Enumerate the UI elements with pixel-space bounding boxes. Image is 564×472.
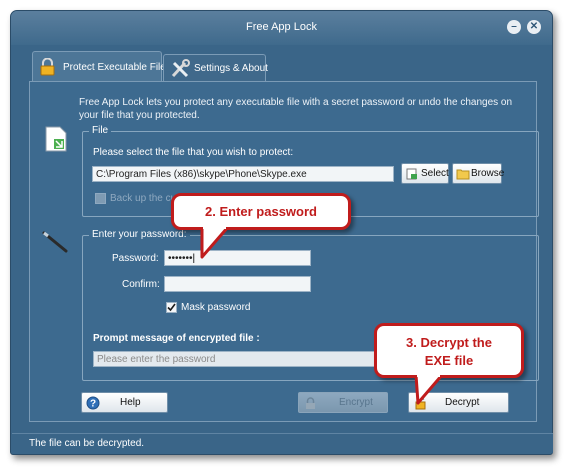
password-value: ••••••• xyxy=(168,253,193,264)
title-bar[interactable]: Free App Lock – ✕ xyxy=(11,11,552,45)
select-button[interactable]: Select xyxy=(401,163,449,184)
browse-button-label: Browse xyxy=(471,168,505,179)
decrypt-button-label: Decrypt xyxy=(445,397,480,408)
callout-pointer-password xyxy=(200,227,230,259)
encrypt-lock-icon xyxy=(306,397,315,409)
password-group-title: Enter your password: xyxy=(89,229,190,240)
select-file-icon xyxy=(406,168,417,180)
file-group-title: File xyxy=(89,125,112,136)
backup-checkbox[interactable] xyxy=(95,193,106,204)
help-icon: ? xyxy=(86,396,100,410)
callout-decrypt: 3. Decrypt the EXE file xyxy=(374,323,524,378)
description-text: Free App Lock lets you protect any execu… xyxy=(79,97,513,121)
window-title: Free App Lock xyxy=(246,21,317,33)
file-prompt-label: Please select the file that you wish to … xyxy=(93,147,294,158)
callout-enter-password: 2. Enter password xyxy=(171,193,351,230)
callout-decrypt-line1: 3. Decrypt the xyxy=(406,335,492,350)
confirm-label: Confirm: xyxy=(122,279,160,290)
file-path-field[interactable]: C:\Program Files (x86)\skype\Phone\Skype… xyxy=(92,166,394,182)
close-icon[interactable]: ✕ xyxy=(527,20,541,34)
help-button[interactable]: ? Help xyxy=(81,392,168,413)
encrypt-button-label: Encrypt xyxy=(339,397,373,408)
tab-settings-about[interactable]: Settings & About xyxy=(163,54,268,82)
file-icon xyxy=(45,126,67,152)
app-window: Free App Lock – ✕ Protect Executable Fil… xyxy=(10,10,553,455)
callout-decrypt-line2: EXE file xyxy=(424,353,474,368)
minimize-icon[interactable]: – xyxy=(507,20,521,34)
tab-protect-executable[interactable]: Protect Executable File xyxy=(32,51,166,82)
check-icon xyxy=(167,303,176,312)
tab-protect-label: Protect Executable File xyxy=(63,62,166,73)
folder-icon xyxy=(456,169,470,180)
mask-password-label: Mask password xyxy=(181,302,251,313)
status-text: The file can be decrypted. xyxy=(29,438,145,449)
select-button-label: Select xyxy=(421,168,449,179)
mask-password-checkbox[interactable] xyxy=(166,302,177,313)
tab-settings-label: Settings & About xyxy=(194,63,268,74)
help-button-label: Help xyxy=(120,397,141,408)
browse-button[interactable]: Browse xyxy=(452,163,505,184)
callout-enter-password-text: 2. Enter password xyxy=(205,204,317,219)
pen-icon xyxy=(42,231,68,253)
callout-pointer-decrypt xyxy=(414,375,444,405)
status-bar: The file can be decrypted. xyxy=(12,433,553,453)
svg-text:?: ? xyxy=(90,399,96,410)
prompt-message-label: Prompt message of encrypted file : xyxy=(93,333,260,344)
encrypt-button[interactable]: Encrypt xyxy=(298,392,388,413)
lock-icon xyxy=(40,58,55,76)
tools-icon xyxy=(171,59,190,78)
confirm-password-field[interactable] xyxy=(164,276,311,292)
password-label: Password: xyxy=(112,253,159,264)
